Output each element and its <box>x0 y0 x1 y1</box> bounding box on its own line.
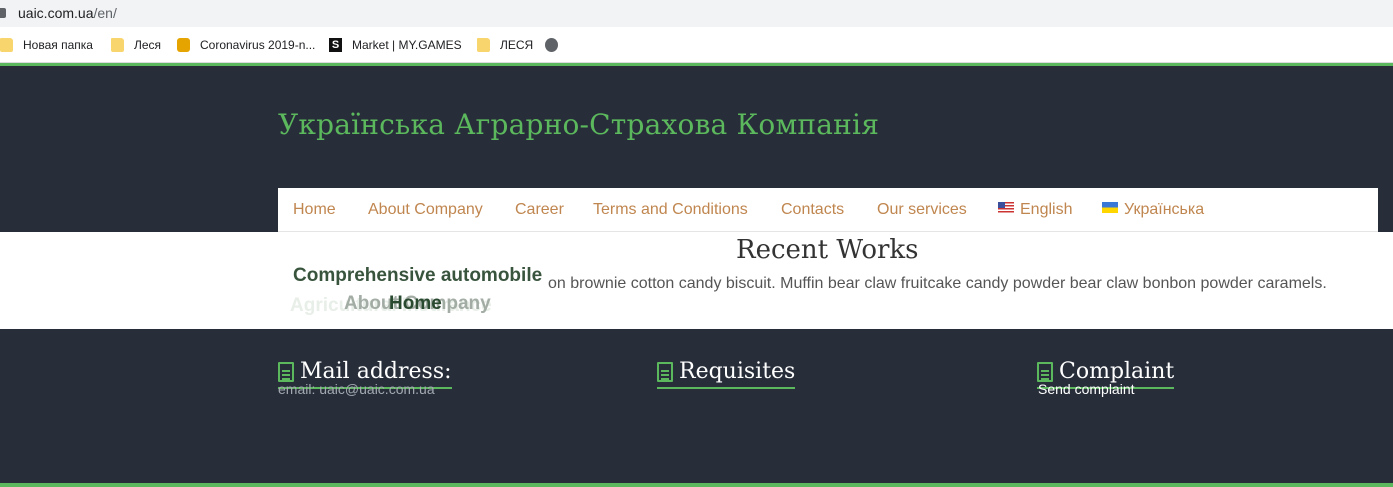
bookmark-coronavirus[interactable]: Coronavirus 2019-n... <box>177 37 315 53</box>
coronavirus-site-icon <box>177 38 190 52</box>
bookmark-globe[interactable] <box>545 37 568 53</box>
mygames-icon: S <box>329 38 342 52</box>
bookmark-label: Coronavirus 2019-n... <box>200 38 316 52</box>
nav-about-company[interactable]: About Company <box>368 201 483 219</box>
site-title[interactable]: Українська Аграрно-Страхова Компанія <box>278 108 879 141</box>
nav-ukrainian-label: Українська <box>1124 201 1205 218</box>
footer-requisites-heading-text: Requisites <box>679 359 796 384</box>
lock-icon <box>0 8 6 18</box>
document-icon <box>1037 361 1053 382</box>
bookmarks-bar: Новая папка Леся Coronavirus 2019-n... S… <box>0 27 1393 63</box>
nav-ukrainian[interactable]: Українська <box>1102 201 1204 219</box>
bookmark-label: ЛЕСЯ <box>500 38 534 52</box>
footer-requisites-heading: Requisites <box>657 359 796 389</box>
slide-title[interactable]: Comprehensive automobile <box>293 265 542 287</box>
us-flag-icon <box>998 201 1014 213</box>
ukraine-flag-icon <box>1102 201 1118 213</box>
address-bar[interactable]: uaic.com.ua/en/ <box>0 0 1393 27</box>
home-overlay-link[interactable]: Home <box>389 293 442 315</box>
nav-our-services[interactable]: Our services <box>877 201 967 219</box>
section-title: Recent Works <box>736 235 919 265</box>
folder-icon <box>111 38 124 52</box>
nav-terms[interactable]: Terms and Conditions <box>593 201 748 219</box>
bookmark-label: Новая папка <box>23 38 93 52</box>
bookmark-mygames[interactable]: S Market | MY.GAMES <box>329 37 462 53</box>
globe-icon <box>545 38 558 52</box>
bookmark-novaya-papka[interactable]: Новая папка <box>0 37 93 53</box>
folder-icon <box>0 38 13 52</box>
site-footer: Mail address: email: uaic@uaic.com.ua Re… <box>0 329 1393 487</box>
url-path: /en/ <box>93 5 117 21</box>
main-content: Recent Works on brownie cotton candy bis… <box>0 232 1393 329</box>
bookmark-label: Леся <box>134 38 162 52</box>
section-body-text: on brownie cotton candy biscuit. Muffin … <box>548 275 1327 292</box>
nav-contacts[interactable]: Contacts <box>781 201 844 219</box>
nav-career[interactable]: Career <box>515 201 564 219</box>
footer-email-text[interactable]: email: uaic@uaic.com.ua <box>278 381 435 397</box>
url-text[interactable]: uaic.com.ua/en/ <box>18 5 117 21</box>
nav-english[interactable]: English <box>998 201 1072 219</box>
send-complaint-link[interactable]: Send complaint <box>1038 381 1135 397</box>
url-host: uaic.com.ua <box>18 5 94 21</box>
document-icon <box>657 361 673 382</box>
footer-requisites-column: Requisites <box>657 359 796 389</box>
bookmark-lesya-caps[interactable]: ЛЕСЯ <box>477 37 533 53</box>
folder-icon <box>477 38 490 52</box>
bookmark-lesya[interactable]: Леся <box>111 37 161 53</box>
nav-english-label: English <box>1020 201 1073 218</box>
main-nav: Home About Company Career Terms and Cond… <box>278 188 1378 232</box>
bookmark-label: Market | MY.GAMES <box>352 38 462 52</box>
nav-home[interactable]: Home <box>293 201 336 219</box>
document-icon <box>278 361 294 382</box>
